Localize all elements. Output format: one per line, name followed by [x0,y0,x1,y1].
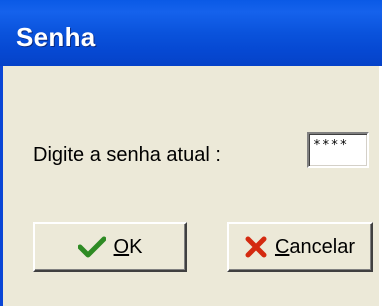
senha-dialog: Senha Digite a senha atual : **** OK Can… [0,0,382,306]
window-title: Senha [16,22,96,52]
title-bar[interactable]: Senha [0,0,382,66]
checkmark-icon [77,236,106,258]
cancel-label: Cancelar [274,235,356,258]
password-prompt-label: Digite a senha atual : [33,144,221,166]
x-icon [245,236,267,258]
ok-label: OK [113,235,143,258]
ok-button[interactable]: OK [33,222,187,272]
password-field[interactable]: **** [307,132,369,168]
cancel-button[interactable]: Cancelar [227,222,373,272]
